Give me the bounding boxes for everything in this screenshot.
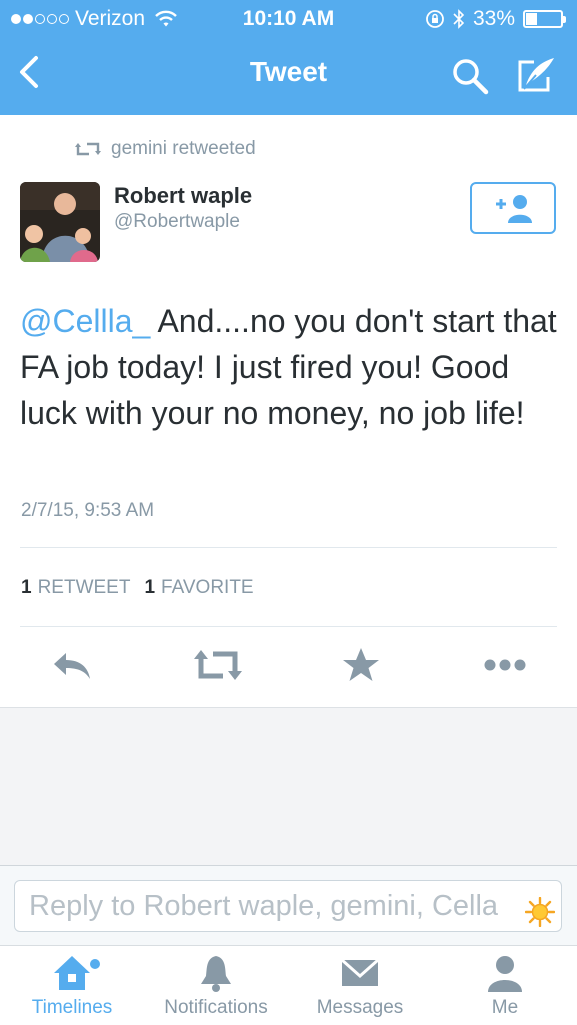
add-user-icon	[496, 195, 532, 223]
tweet-detail-card: gemini retweeted Robert waple @Robertwap…	[0, 115, 577, 708]
rotation-lock-icon	[426, 10, 444, 28]
reply-icon	[54, 653, 90, 679]
tab-label: Notifications	[164, 997, 268, 1018]
bluetooth-icon	[453, 9, 465, 29]
tab-messages[interactable]: Messages	[288, 946, 432, 1025]
favorite-count-link[interactable]: 1 FAVORITE	[144, 577, 253, 599]
retweet-count: 1	[21, 577, 32, 598]
tweet-timestamp: 2/7/15, 9:53 AM	[21, 500, 155, 521]
tab-label: Timelines	[31, 997, 113, 1018]
sun-icon	[524, 893, 556, 931]
author-name[interactable]: Robert waple	[114, 183, 252, 209]
top-bar: Verizon 10:10 AM 33% Tweet	[0, 0, 577, 115]
retweet-context: gemini retweeted	[75, 138, 256, 160]
follow-button[interactable]	[470, 182, 556, 234]
reply-bar: Reply to Robert waple, gemini, Cella	[0, 865, 577, 946]
tab-me[interactable]: Me	[433, 946, 577, 1025]
tab-label: Messages	[316, 997, 404, 1018]
divider	[20, 626, 557, 627]
reply-placeholder: Reply to Robert waple, gemini, Cella	[29, 890, 499, 922]
retweet-icon	[75, 142, 101, 156]
favorite-count-label: FAVORITE	[161, 577, 254, 598]
person-icon	[488, 956, 522, 992]
avatar[interactable]	[20, 182, 100, 262]
battery-percent: 33%	[472, 7, 515, 30]
retweet-count-label: RETWEET	[37, 577, 131, 598]
retweet-icon	[194, 650, 242, 680]
tab-timelines[interactable]: Timelines	[0, 946, 144, 1025]
tweet-stats: 1 RETWEET 1 FAVORITE	[21, 577, 254, 599]
reply-button[interactable]	[50, 645, 94, 690]
favorite-count: 1	[144, 577, 156, 598]
tab-notifications[interactable]: Notifications	[144, 946, 288, 1025]
retweeted-by-label: gemini retweeted	[111, 138, 256, 159]
search-button[interactable]	[450, 56, 490, 101]
reply-input[interactable]: Reply to Robert waple, gemini, Cella	[14, 880, 562, 932]
compose-button[interactable]	[514, 55, 558, 100]
star-icon	[343, 648, 379, 681]
divider	[20, 547, 557, 548]
compose-icon	[518, 58, 554, 92]
tab-bar: Timelines Notifications Messages Me	[0, 945, 577, 1025]
search-icon	[453, 59, 489, 95]
more-options-button[interactable]	[482, 645, 528, 690]
favorite-button[interactable]	[341, 645, 381, 690]
more-icon	[484, 659, 526, 671]
author-handle[interactable]: @Robertwaple	[114, 211, 240, 233]
mention-link[interactable]: @Cellla_	[20, 303, 150, 339]
bell-icon	[201, 956, 231, 992]
battery-icon	[523, 10, 566, 28]
retweet-count-link[interactable]: 1 RETWEET	[21, 577, 130, 599]
retweet-button[interactable]	[193, 645, 243, 690]
envelope-icon	[341, 958, 379, 986]
page-title: Tweet	[249, 56, 328, 87]
home-icon	[54, 956, 100, 990]
status-bar: Verizon 10:10 AM 33%	[0, 0, 577, 38]
tab-label: Me	[491, 997, 519, 1018]
profile-photo	[20, 182, 100, 262]
tweet-text: @Cellla_ And....no you don't start that …	[20, 298, 560, 436]
